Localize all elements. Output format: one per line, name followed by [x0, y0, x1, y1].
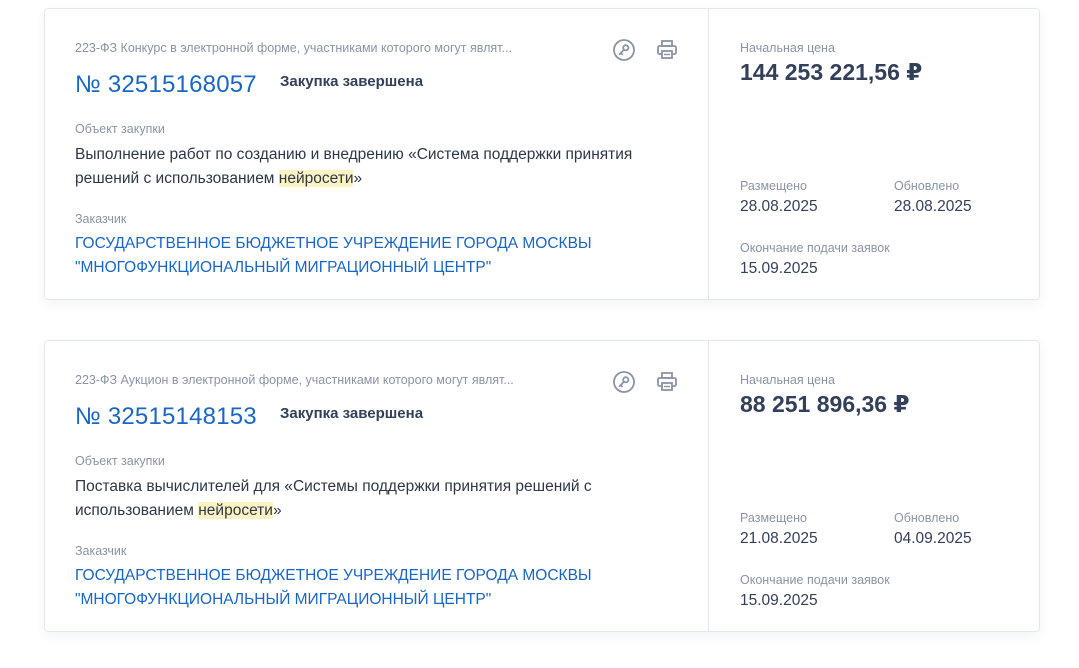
- deadline-label: Окончание подачи заявок: [740, 241, 890, 255]
- price-label: Начальная цена: [740, 41, 835, 55]
- price-label: Начальная цена: [740, 373, 835, 387]
- object-description: Выполнение работ по созданию и внедрению…: [75, 143, 685, 191]
- purchase-card-side: Начальная цена 88 251 896,36 ₽ Размещено…: [709, 341, 1039, 631]
- updated-label: Обновлено: [894, 179, 960, 193]
- posted-label: Размещено: [740, 511, 807, 525]
- object-text-end: »: [353, 170, 363, 187]
- search-highlight: нейросети: [198, 502, 273, 519]
- object-text-end: »: [272, 502, 282, 519]
- price-value: 88 251 896,36 ₽: [740, 391, 910, 417]
- purchase-card: 223-ФЗ Аукцион в электронной форме, учас…: [44, 340, 1040, 632]
- law-type-label: 223-ФЗ Конкурс в электронной форме, учас…: [75, 41, 512, 55]
- key-icon[interactable]: [612, 38, 636, 62]
- purchase-number-link[interactable]: № 32515168057: [75, 71, 257, 99]
- updated-date: 04.09.2025: [894, 530, 972, 547]
- customer-label: Заказчик: [75, 212, 127, 226]
- updated-label: Обновлено: [894, 511, 960, 525]
- key-icon[interactable]: [612, 370, 636, 394]
- customer-link[interactable]: ГОСУДАРСТВЕННОЕ БЮДЖЕТНОЕ УЧРЕЖДЕНИЕ ГОР…: [75, 564, 685, 612]
- search-highlight: нейросети: [278, 170, 354, 187]
- object-description: Поставка вычислителей для «Системы подде…: [75, 475, 685, 523]
- customer-label: Заказчик: [75, 544, 127, 558]
- posted-label: Размещено: [740, 179, 807, 193]
- updated-date: 28.08.2025: [894, 198, 972, 215]
- object-label: Объект закупки: [75, 454, 165, 468]
- purchase-card: 223-ФЗ Конкурс в электронной форме, учас…: [44, 8, 1040, 300]
- law-type-label: 223-ФЗ Аукцион в электронной форме, учас…: [75, 373, 514, 387]
- status-badge: Закупка завершена: [280, 405, 424, 422]
- purchase-card-main: 223-ФЗ Аукцион в электронной форме, учас…: [45, 341, 709, 631]
- posted-date: 28.08.2025: [740, 198, 818, 215]
- purchase-card-side: Начальная цена 144 253 221,56 ₽ Размещен…: [709, 9, 1039, 299]
- purchase-card-main: 223-ФЗ Конкурс в электронной форме, учас…: [45, 9, 709, 299]
- object-text-main: Поставка вычислителей для «Системы подде…: [75, 478, 592, 519]
- print-icon[interactable]: [655, 370, 679, 394]
- customer-link[interactable]: ГОСУДАРСТВЕННОЕ БЮДЖЕТНОЕ УЧРЕЖДЕНИЕ ГОР…: [75, 232, 685, 280]
- posted-date: 21.08.2025: [740, 530, 818, 547]
- deadline-date: 15.09.2025: [740, 260, 818, 277]
- deadline-date: 15.09.2025: [740, 592, 818, 609]
- status-badge: Закупка завершена: [280, 73, 424, 90]
- purchase-number-link[interactable]: № 32515148153: [75, 403, 257, 431]
- object-label: Объект закупки: [75, 122, 165, 136]
- deadline-label: Окончание подачи заявок: [740, 573, 890, 587]
- print-icon[interactable]: [655, 38, 679, 62]
- price-value: 144 253 221,56 ₽: [740, 59, 923, 85]
